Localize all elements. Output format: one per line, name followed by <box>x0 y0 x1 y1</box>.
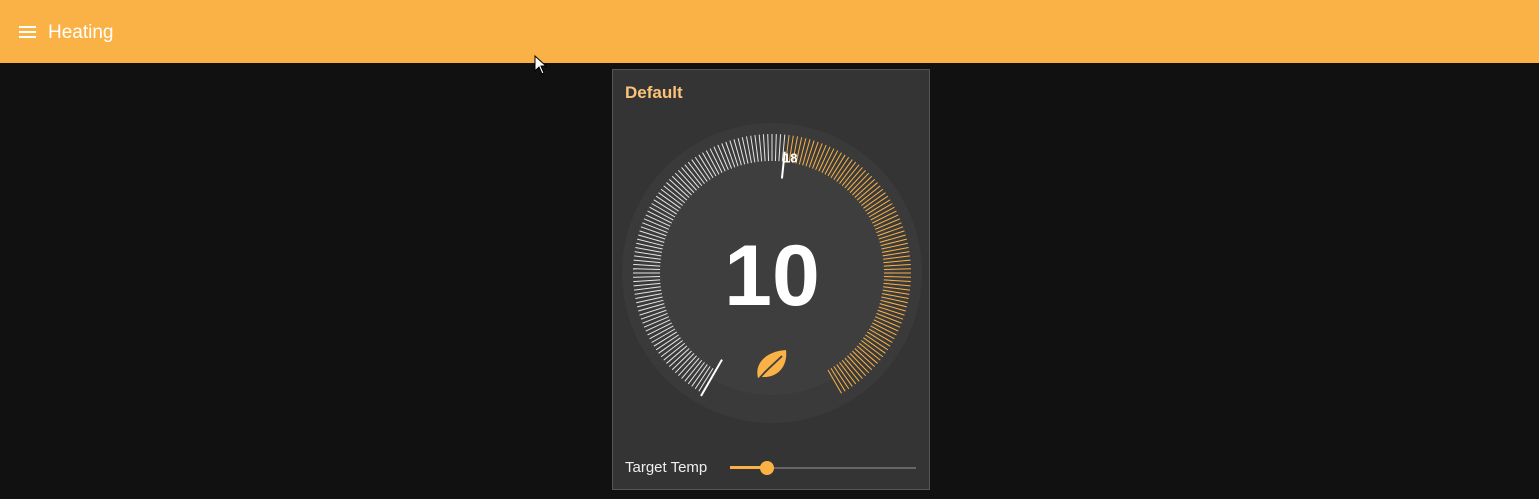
page-title: Heating <box>48 22 114 43</box>
target-temp-label: Target Temp <box>625 459 708 476</box>
target-marker-label: 18 <box>783 150 797 165</box>
thermostat-gauge[interactable]: 18 10 <box>613 70 929 450</box>
slider-thumb[interactable] <box>760 461 775 475</box>
menu-line <box>19 26 36 28</box>
target-temp-slider[interactable] <box>730 458 916 478</box>
mouse-cursor-icon <box>534 55 548 75</box>
hamburger-menu-icon[interactable] <box>17 23 37 43</box>
menu-line <box>19 31 36 33</box>
top-app-bar: Heating <box>0 0 1539 63</box>
thermostat-card: Default 18 10 Target Temp <box>612 69 930 490</box>
menu-line <box>19 36 36 38</box>
current-temperature: 10 <box>724 228 820 324</box>
